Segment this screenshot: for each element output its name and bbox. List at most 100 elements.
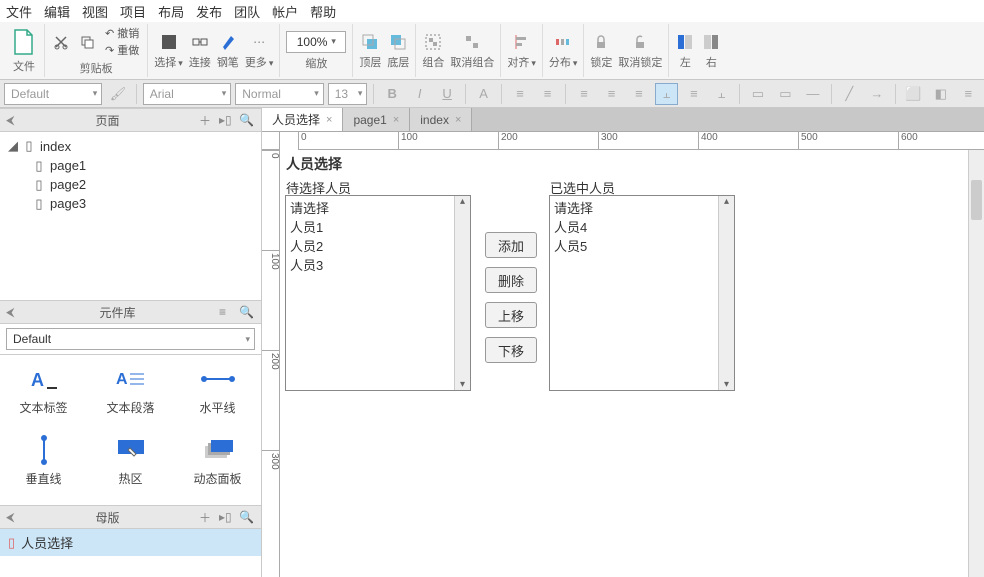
menu-help[interactable]: 帮助 — [310, 2, 336, 21]
add-folder-icon[interactable]: ▸▯ — [219, 113, 235, 127]
right-listbox[interactable]: 请选择 人员4 人员5 — [549, 195, 735, 391]
add-page-icon[interactable]: ＋ — [199, 112, 215, 129]
border-icon[interactable]: ▭ — [774, 83, 797, 105]
text-valign-top-icon[interactable]: ⫠ — [655, 83, 678, 105]
lock-icon[interactable] — [591, 32, 611, 52]
select-label[interactable]: 选择 — [154, 54, 183, 70]
size-select[interactable]: 13 — [328, 83, 368, 105]
undo-label[interactable]: ↶ 撤销 — [103, 25, 141, 41]
text-align-left-icon[interactable]: ≡ — [572, 83, 595, 105]
add-folder-icon[interactable]: ▸▯ — [219, 510, 235, 524]
add-master-icon[interactable]: ＋ — [199, 509, 215, 526]
zoom-input[interactable]: 100% ▾ — [286, 31, 346, 53]
font-select[interactable]: Arial — [143, 83, 232, 105]
underline-icon[interactable]: U — [435, 83, 458, 105]
fill-icon[interactable]: ▭ — [746, 83, 769, 105]
menu-team[interactable]: 团队 — [234, 2, 260, 21]
cut-icon[interactable] — [51, 32, 71, 52]
canvas[interactable]: 人员选择 待选择人员 请选择 人员1 人员2 人员3 已选中人员 — [280, 150, 984, 577]
lib-item-v-line[interactable]: 垂直线 — [0, 426, 87, 497]
tree-root[interactable]: ◢ ▯ index — [4, 136, 257, 156]
widget-title[interactable]: 人员选择 — [286, 154, 342, 174]
menu-account[interactable]: 帐户 — [272, 2, 298, 21]
pin-icon[interactable]: ⮜ — [6, 305, 20, 320]
group-icon[interactable] — [423, 32, 443, 52]
tab[interactable]: page1× — [343, 108, 410, 131]
down-button[interactable]: 下移 — [485, 337, 537, 363]
menu-edit[interactable]: 编辑 — [44, 2, 70, 21]
list-item[interactable]: 请选择 — [554, 198, 714, 217]
menu-project[interactable]: 项目 — [120, 2, 146, 21]
remove-button[interactable]: 删除 — [485, 267, 537, 293]
search-masters-icon[interactable]: 🔍 — [239, 510, 255, 524]
lib-item-text-para[interactable]: A文本段落 — [87, 355, 174, 426]
more-icon[interactable]: ⋯ — [249, 32, 269, 52]
lib-item-dynpanel[interactable]: 动态面板 — [174, 426, 261, 497]
unlock-icon[interactable] — [630, 32, 650, 52]
add-button[interactable]: 添加 — [485, 232, 537, 258]
menu-layout[interactable]: 布局 — [158, 2, 184, 21]
paint-format-icon[interactable]: 🖌 — [106, 83, 129, 105]
close-tab-icon[interactable]: × — [455, 114, 461, 126]
distribute-icon[interactable] — [553, 32, 573, 52]
text-align-center-icon[interactable]: ≡ — [600, 83, 623, 105]
pin-icon[interactable]: ⮜ — [6, 113, 20, 128]
menu-file[interactable]: 文件 — [6, 2, 32, 21]
line-width-icon[interactable]: — — [801, 83, 824, 105]
scrollbar[interactable] — [718, 196, 734, 390]
ungroup-icon[interactable] — [462, 32, 482, 52]
bring-front-icon[interactable] — [360, 32, 380, 52]
shadow-icon[interactable]: ◧ — [929, 83, 952, 105]
line-style-icon[interactable]: ╱ — [838, 83, 861, 105]
text-valign-mid-icon[interactable]: ≡ — [682, 83, 705, 105]
canvas-scrollbar[interactable] — [968, 150, 984, 577]
dock-right-icon[interactable] — [701, 32, 721, 52]
close-tab-icon[interactable]: × — [326, 114, 332, 126]
text-align-right-icon[interactable]: ≡ — [627, 83, 650, 105]
dock-left-icon[interactable] — [675, 32, 695, 52]
pin-icon[interactable]: ⮜ — [6, 510, 20, 525]
connect-icon[interactable] — [190, 32, 210, 52]
menu-view[interactable]: 视图 — [82, 2, 108, 21]
arrow-icon[interactable]: → — [865, 83, 888, 105]
search-pages-icon[interactable]: 🔍 — [239, 113, 255, 127]
left-listbox[interactable]: 请选择 人员1 人员2 人员3 — [285, 195, 471, 391]
tab[interactable]: index× — [410, 108, 472, 131]
tree-child[interactable]: ▯page2 — [4, 175, 257, 194]
list-item[interactable]: 人员1 — [290, 217, 450, 236]
lib-item-text-label[interactable]: A文本标签 — [0, 355, 87, 426]
align-left-icon[interactable]: ≡ — [508, 83, 531, 105]
text-valign-bot-icon[interactable]: ⫠ — [710, 83, 733, 105]
corner-icon[interactable]: ⬜ — [902, 83, 925, 105]
master-item[interactable]: ▯ 人员选择 — [0, 529, 261, 556]
pen-icon[interactable] — [218, 32, 238, 52]
bold-icon[interactable]: B — [380, 83, 403, 105]
collapse-icon[interactable]: ◢ — [8, 138, 18, 154]
align-center-icon[interactable]: ≡ — [536, 83, 559, 105]
lib-item-h-line[interactable]: 水平线 — [174, 355, 261, 426]
select-icon[interactable] — [159, 32, 179, 52]
weight-select[interactable]: Normal — [235, 83, 324, 105]
scrollbar[interactable] — [454, 196, 470, 390]
list-item[interactable]: 请选择 — [290, 198, 450, 217]
close-tab-icon[interactable]: × — [393, 114, 399, 126]
italic-icon[interactable]: I — [408, 83, 431, 105]
list-item[interactable]: 人员5 — [554, 236, 714, 255]
library-category-select[interactable]: Default — [6, 328, 255, 350]
list-item[interactable]: 人员3 — [290, 255, 450, 274]
list-item[interactable]: 人员2 — [290, 236, 450, 255]
style-select[interactable]: Default — [4, 83, 102, 105]
search-library-icon[interactable]: 🔍 — [239, 305, 255, 319]
redo-label[interactable]: ↷ 重做 — [103, 42, 141, 58]
menu-icon[interactable]: ≡ — [219, 305, 235, 319]
new-file-icon[interactable] — [10, 28, 38, 56]
more-label[interactable]: 更多 — [245, 54, 274, 70]
tree-child[interactable]: ▯page3 — [4, 194, 257, 213]
padding-icon[interactable]: ≡ — [957, 83, 980, 105]
up-button[interactable]: 上移 — [485, 302, 537, 328]
lib-item-hotspot[interactable]: 热区 — [87, 426, 174, 497]
menu-publish[interactable]: 发布 — [196, 2, 222, 21]
send-back-icon[interactable] — [388, 32, 408, 52]
tree-child[interactable]: ▯page1 — [4, 156, 257, 175]
tab-active[interactable]: 人员选择× — [262, 108, 343, 131]
